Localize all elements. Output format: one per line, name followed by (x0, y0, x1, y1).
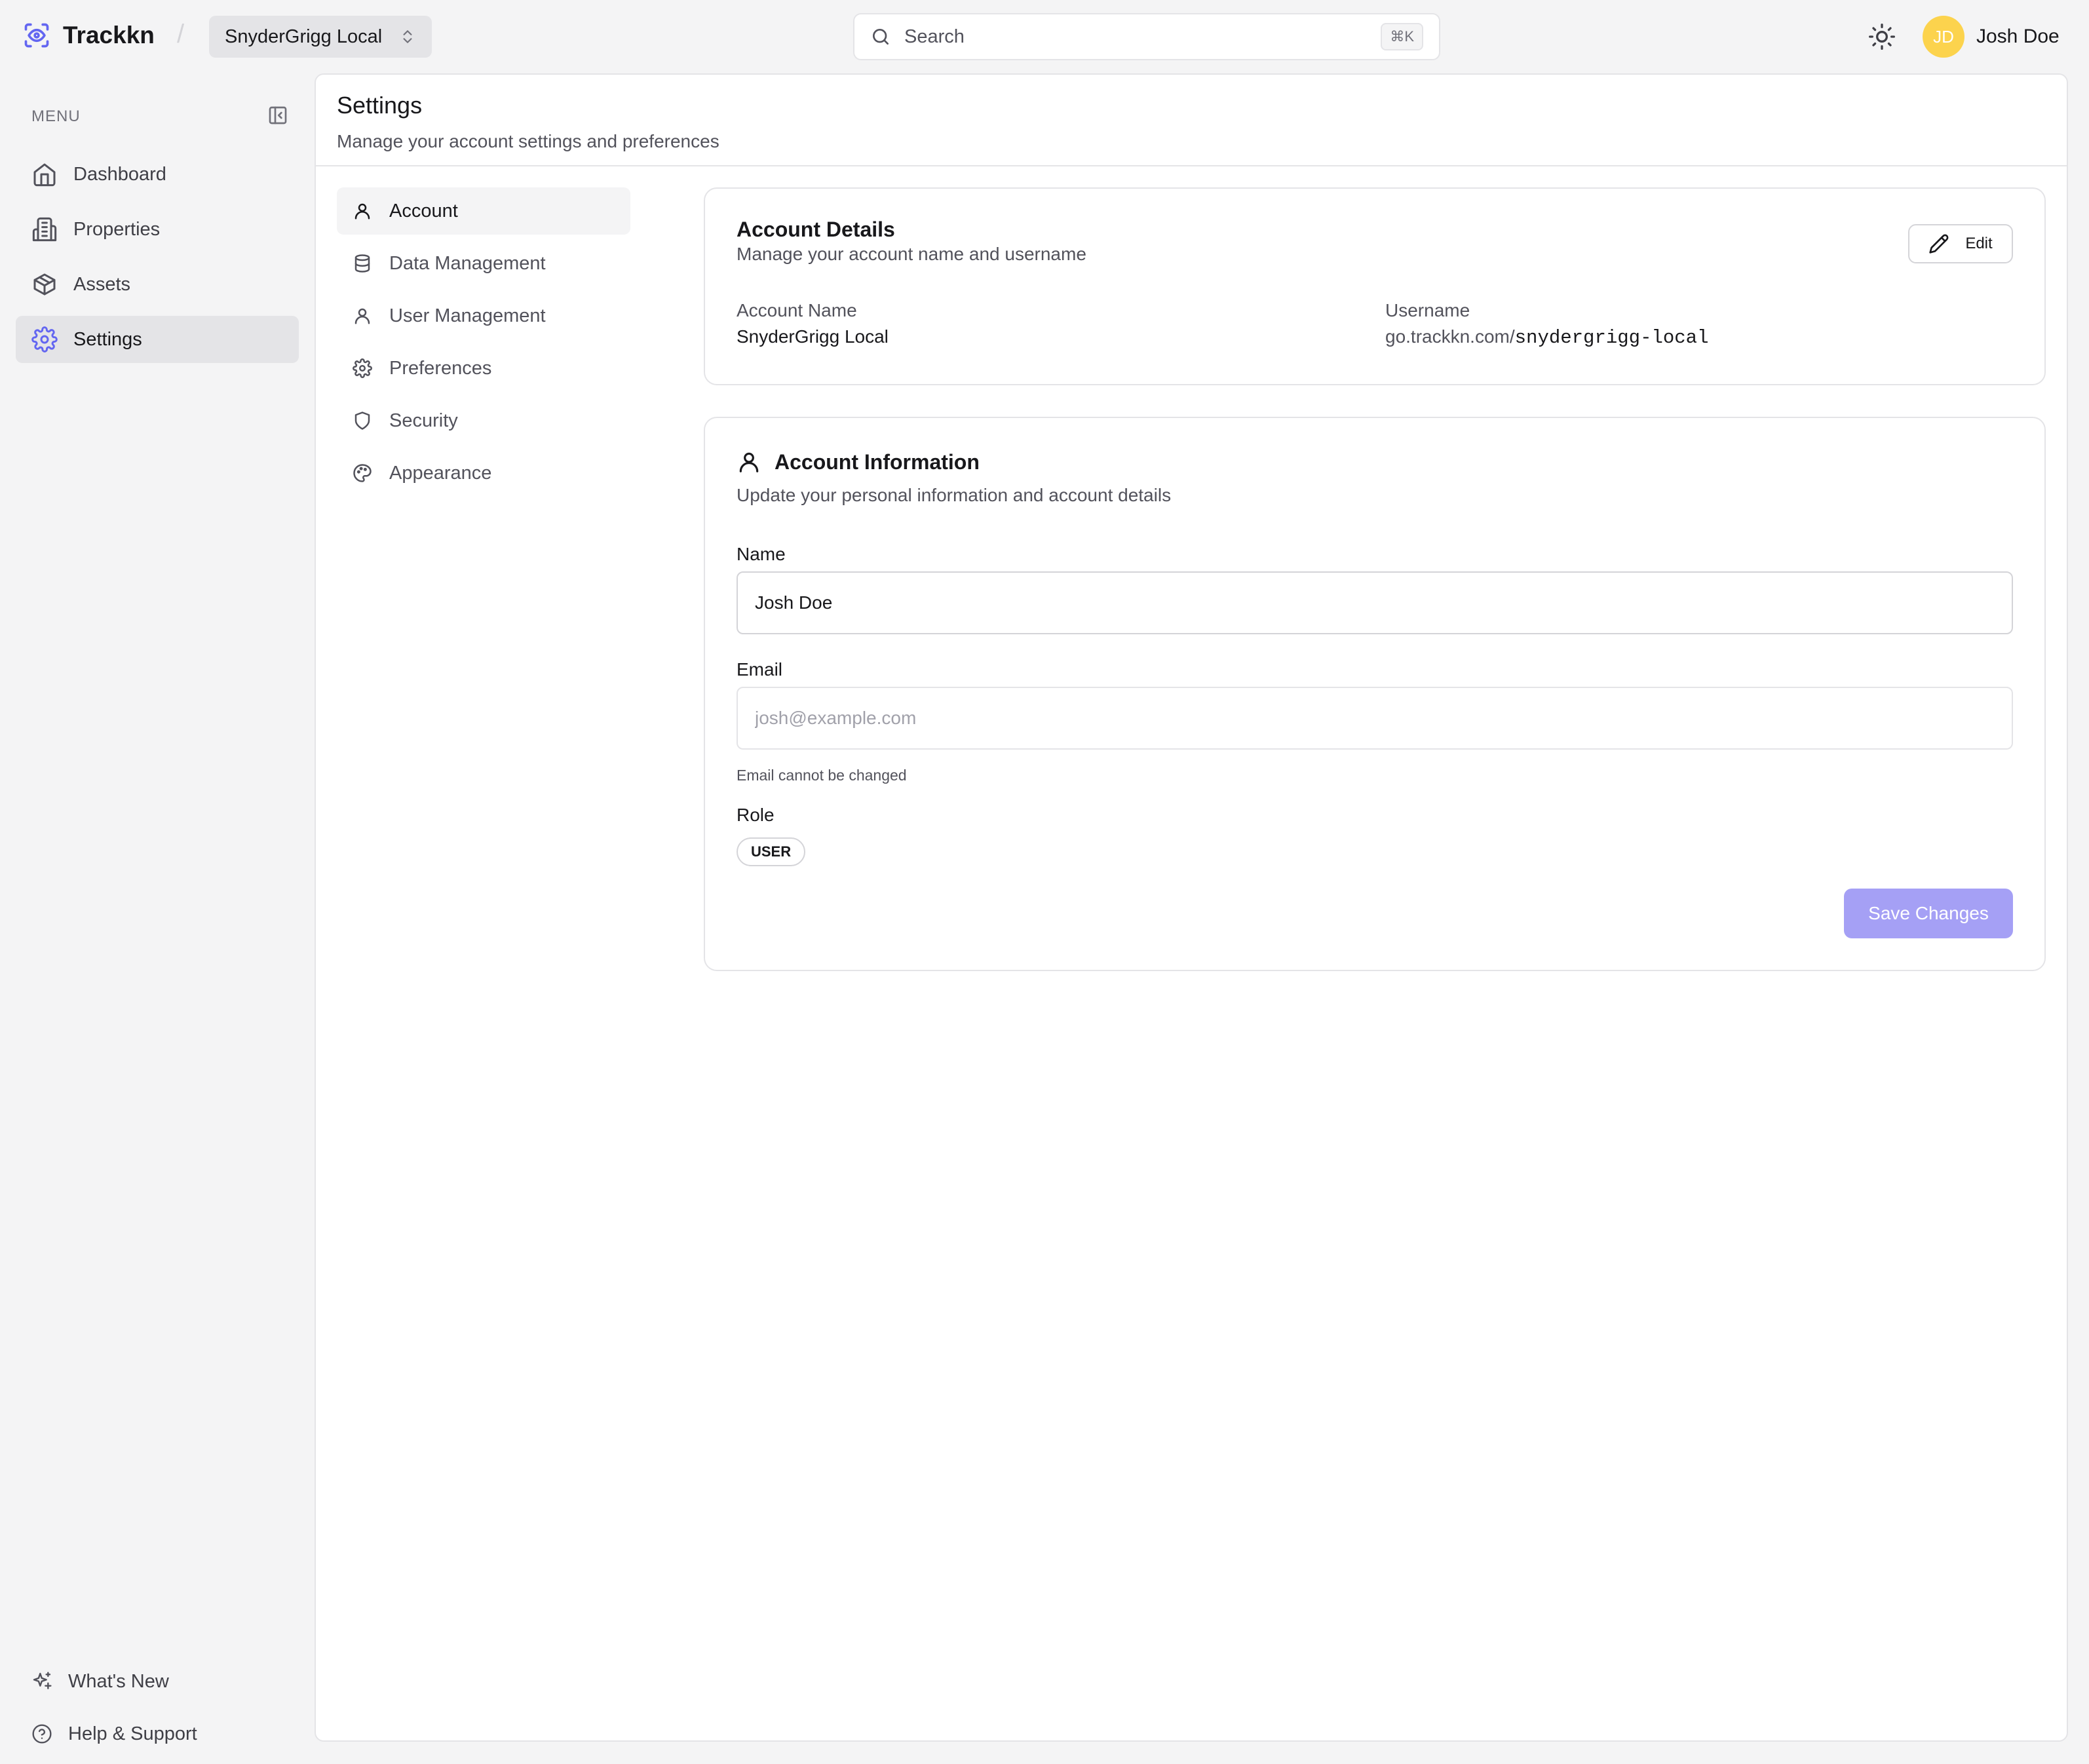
settings-tab-label: User Management (389, 305, 546, 326)
main-nav: Dashboard Properties Assets Settings (16, 151, 299, 371)
database-icon (353, 254, 372, 273)
role-label: Role (737, 805, 775, 825)
settings-tab-user-management[interactable]: User Management (337, 292, 630, 339)
settings-tab-data-management[interactable]: Data Management (337, 240, 630, 287)
sidebar-item-properties[interactable]: Properties (16, 206, 299, 253)
brand[interactable]: Trackkn (22, 21, 155, 50)
whats-new-label: What's New (68, 1670, 169, 1692)
sparkles-icon (31, 1671, 52, 1692)
name-field[interactable] (737, 571, 2013, 634)
building-icon (31, 216, 58, 242)
brand-name: Trackkn (63, 22, 155, 48)
account-details-card: Account Details Manage your account name… (704, 187, 2046, 385)
breadcrumb-separator: / (177, 20, 185, 48)
settings-tab-security[interactable]: Security (337, 397, 630, 444)
help-circle-icon (31, 1723, 52, 1744)
user-icon (353, 306, 372, 326)
page-header: Settings Manage your account settings an… (316, 75, 2067, 166)
settings-tab-preferences[interactable]: Preferences (337, 345, 630, 392)
settings-tab-label: Preferences (389, 357, 492, 379)
avatar: JD (1923, 16, 1964, 58)
sidebar-item-dashboard[interactable]: Dashboard (16, 151, 299, 198)
sidebar-item-label: Dashboard (73, 163, 166, 185)
search-icon (870, 26, 891, 47)
workspace-switcher[interactable]: SnyderGrigg Local (209, 16, 432, 58)
chevrons-up-down-icon (399, 28, 416, 45)
sun-icon[interactable] (1868, 22, 1896, 51)
username-label: Username (1385, 300, 1470, 320)
account-information-description: Update your personal information and acc… (737, 485, 1172, 505)
settings-tab-label: Appearance (389, 462, 492, 484)
user-menu[interactable]: JD Josh Doe (1923, 16, 2060, 58)
account-information-card: Account Information Update your personal… (704, 417, 2046, 971)
main-panel: Settings Manage your account settings an… (315, 73, 2068, 1742)
user-icon (737, 450, 761, 474)
username-value: go.trackkn.com/snydergrigg-local (1385, 326, 1709, 349)
settings-tab-label: Account (389, 200, 458, 221)
account-name-value: SnyderGrigg Local (737, 326, 889, 347)
sidebar-item-label: Settings (73, 328, 142, 350)
eye-scan-logo-icon (22, 21, 51, 50)
email-label: Email (737, 659, 783, 680)
sidebar-collapse-icon[interactable] (267, 105, 288, 126)
settings-tab-account[interactable]: Account (337, 187, 630, 235)
role-badge: USER (737, 837, 806, 866)
pencil-icon (1928, 233, 1949, 254)
gear-icon (353, 358, 372, 378)
email-field[interactable] (737, 687, 2013, 750)
name-label: Name (737, 544, 786, 564)
account-information-title: Account Information (775, 450, 980, 474)
search-bar[interactable]: ⌘K (853, 13, 1440, 60)
workspace-label: SnyderGrigg Local (225, 26, 383, 47)
account-information-header: Account Information (737, 450, 980, 474)
account-name-label: Account Name (737, 300, 857, 320)
settings-nav: Account Data Management User Management (337, 187, 630, 502)
account-details-title: Account Details (737, 218, 895, 241)
edit-button[interactable]: Edit (1908, 224, 2013, 263)
settings-tab-appearance[interactable]: Appearance (337, 450, 630, 497)
sidebar-item-label: Assets (73, 273, 131, 295)
settings-tab-label: Data Management (389, 252, 546, 274)
page-title: Settings (337, 92, 423, 119)
page-subtitle: Manage your account settings and prefere… (337, 131, 719, 151)
user-name: Josh Doe (1976, 26, 2060, 47)
help-support-label: Help & Support (68, 1723, 197, 1744)
email-help-text: Email cannot be changed (737, 767, 907, 784)
home-icon (31, 161, 58, 187)
search-input[interactable] (904, 26, 1368, 48)
save-changes-button[interactable]: Save Changes (1844, 889, 2013, 938)
account-details-description: Manage your account name and username (737, 244, 1086, 264)
menu-title: MENU (31, 107, 81, 125)
package-icon (31, 271, 58, 297)
user-icon (353, 201, 372, 221)
sidebar-item-assets[interactable]: Assets (16, 261, 299, 308)
whats-new-link[interactable]: What's New (16, 1655, 299, 1708)
help-support-link[interactable]: Help & Support (16, 1708, 299, 1760)
shield-icon (353, 411, 372, 431)
sidebar-footer: What's New Help & Support (16, 1655, 299, 1760)
sidebar-item-label: Properties (73, 218, 161, 240)
palette-icon (353, 463, 372, 483)
edit-label: Edit (1965, 235, 1993, 252)
settings-tab-label: Security (389, 410, 458, 431)
sidebar-item-settings[interactable]: Settings (16, 316, 299, 363)
sidebar: MENU Dashboard Properties Assets Setting… (0, 73, 315, 1764)
username-slug: snydergrigg-local (1514, 327, 1709, 349)
search-shortcut: ⌘K (1381, 23, 1423, 50)
username-url-prefix: go.trackkn.com/ (1385, 326, 1515, 347)
gear-icon (31, 326, 58, 353)
top-bar: Trackkn / SnyderGrigg Local ⌘K JD Josh D… (0, 0, 2089, 73)
